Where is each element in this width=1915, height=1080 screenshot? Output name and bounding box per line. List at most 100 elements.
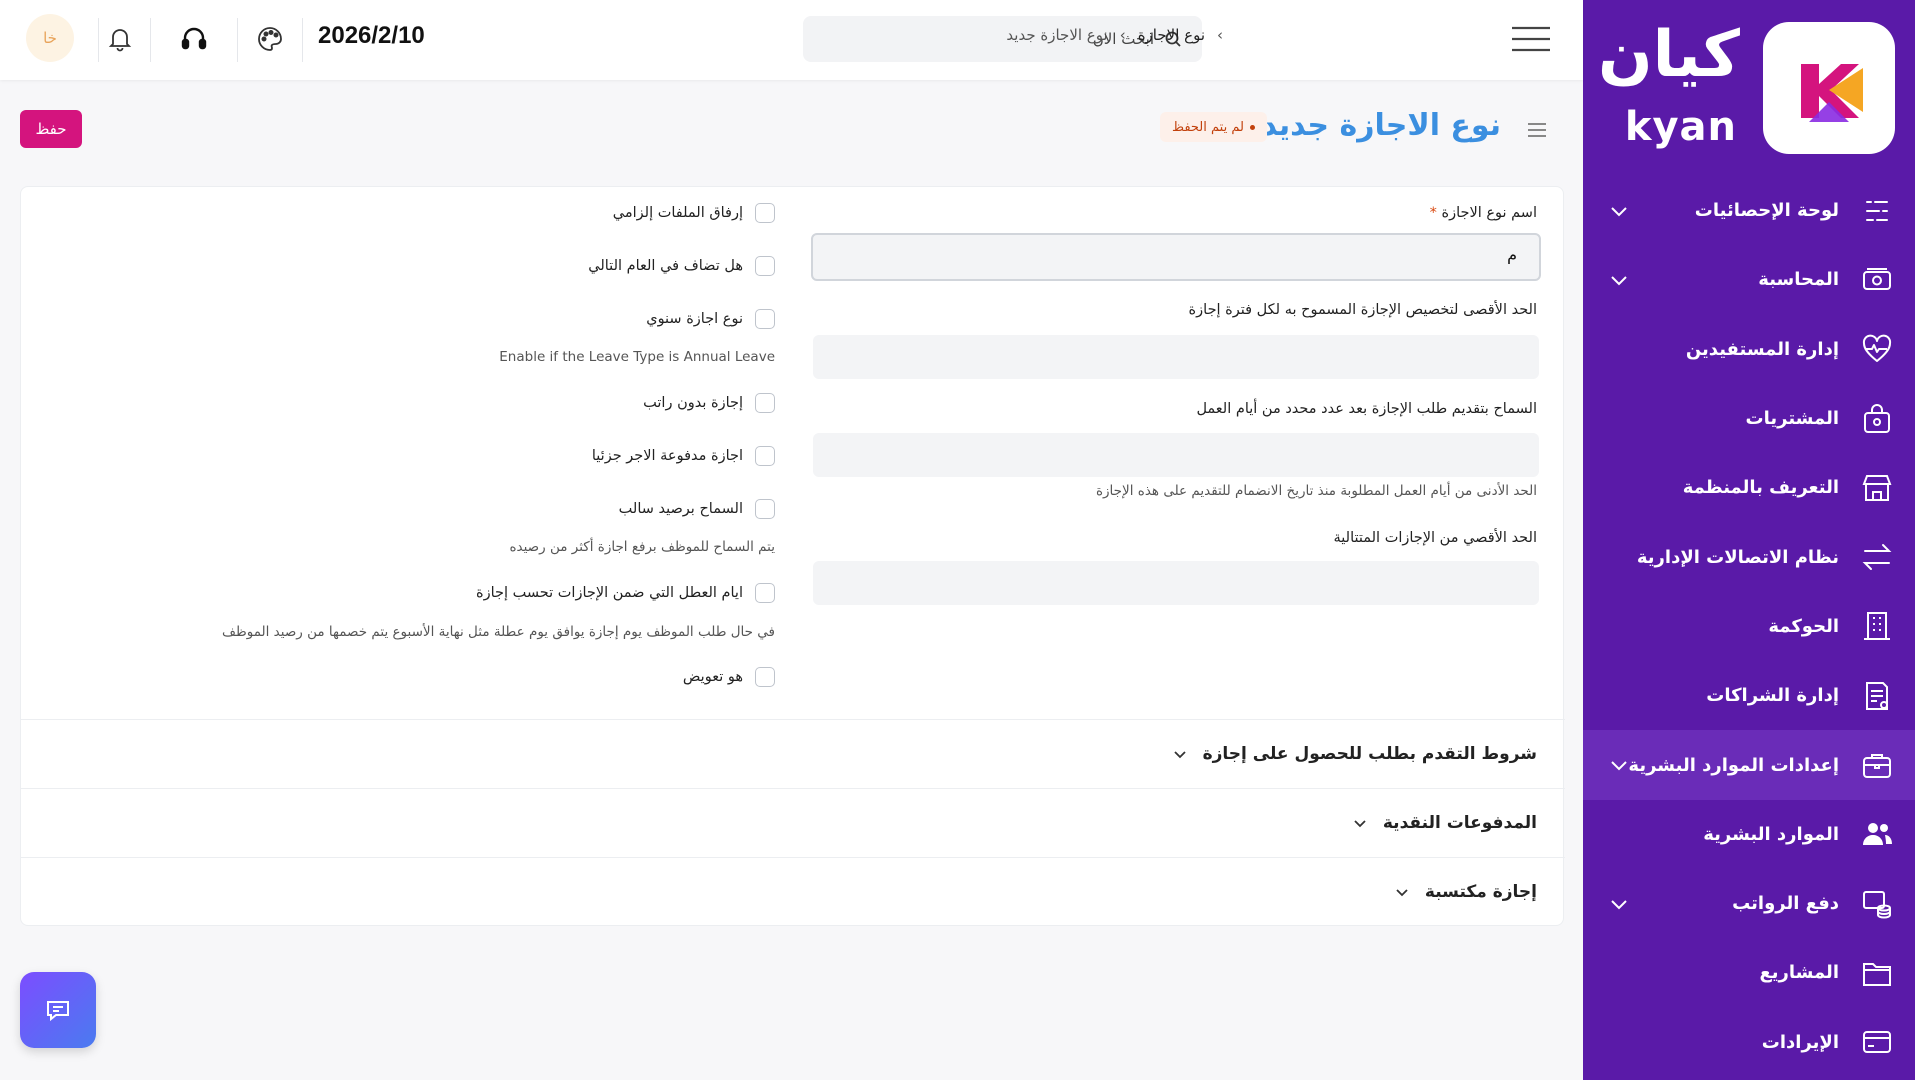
checkbox[interactable] [755,393,775,413]
field-label-max-consecutive: الحد الأقصي من الإجازات المتتالية [1333,530,1537,546]
palette-icon[interactable] [255,24,285,54]
chevron-down-icon[interactable] [1607,268,1631,292]
sidebar-item-statistics[interactable]: لوحة الإحصائيات [1583,176,1915,245]
sidebar-item-accounting[interactable]: المحاسبة [1583,245,1915,314]
checkbox-unpaid-leave[interactable]: إجازة بدون راتب [643,393,775,413]
breadcrumb-item[interactable]: نوع الاجازة [1138,26,1205,44]
section-cash-payments[interactable]: المدفوعات النقدية [21,788,1565,857]
sidebar-nav: لوحة الإحصائيات المحاسبة إدارة المستفيدي… [1583,176,1915,1077]
breadcrumb: › نوع الاجازة › نوع الاجازة جديد [1006,26,1223,44]
chevron-down-icon[interactable] [1607,753,1631,777]
sidebar-item-projects[interactable]: المشاريع [1583,938,1915,1007]
document-icon [1859,678,1895,714]
top-bar: خا 2026/2/10 › نوع الاجازة › نوع الاجازة… [0,0,1583,80]
chevron-down-icon[interactable] [1607,892,1631,916]
sidebar-item-label: الموارد البشرية [1703,823,1839,845]
checkbox-is-compensatory[interactable]: هو تعويض [683,667,775,687]
help-text: في حال طلب الموظف يوم إجازة يوافق يوم عط… [222,624,775,640]
checkbox-label: ايام العطل التي ضمن الإجازات تحسب إجازة [475,585,743,601]
avatar[interactable]: خا [26,14,74,62]
sidebar-item-label: المشاريع [1759,962,1840,984]
sidebar-item-governance[interactable]: الحوكمة [1583,592,1915,661]
field-label-apply-after-days: السماح بتقديم طلب الإجازة بعد عدد محدد م… [1196,401,1537,417]
checkbox[interactable] [755,309,775,329]
help-text: الحد الأدنى من أيام العمل المطلوبة منذ ت… [1095,483,1537,499]
sidebar-item-label: دفع الرواتب [1732,893,1839,915]
bag-icon [1859,401,1895,437]
list-menu-icon[interactable] [1525,118,1549,142]
section-earned-leave[interactable]: إجازة مكتسبة [21,857,1565,926]
status-badge: لم يتم الحفظ [1160,112,1267,142]
breadcrumb-item[interactable]: نوع الاجازة جديد [1006,26,1107,44]
save-button[interactable]: حفظ [20,110,82,148]
checkbox[interactable] [755,446,775,466]
breadcrumb-separator: › [1119,26,1126,44]
checkbox-label: هل تضاف في العام التالي [588,258,743,274]
sidebar-item-organization[interactable]: التعريف بالمنظمة [1583,453,1915,522]
leave-type-name-input[interactable]: م [811,233,1541,281]
headset-icon[interactable] [179,24,209,54]
divider [150,18,151,62]
checkbox-label: إرفاق الملفات إلزامي [612,205,743,221]
sidebar-item-label: نظام الاتصالات الإدارية [1636,546,1839,568]
sidebar-item-partnerships[interactable]: إدارة الشراكات [1583,661,1915,730]
checkbox[interactable] [755,203,775,223]
breadcrumb-separator: › [1217,26,1223,44]
checkbox-mandatory-attachment[interactable]: إرفاق الملفات إلزامي [613,203,775,223]
divider [98,18,99,62]
max-allocation-input[interactable] [813,335,1539,379]
logo[interactable]: كيان kyan [1583,0,1915,170]
sidebar: كيان kyan لوحة الإحصائيات المحاسبة إدارة… [1583,0,1915,1080]
checkbox-partially-paid[interactable]: اجازة مدفوعة الاجر جزئيا [592,446,775,466]
sidebar-item-beneficiaries[interactable]: إدارة المستفيدين [1583,315,1915,384]
checkbox[interactable] [755,583,775,603]
checkbox-carry-forward[interactable]: هل تضاف في العام التالي [588,256,775,276]
menu-icon[interactable] [1510,24,1552,54]
label-text: اسم نوع الاجازة [1441,205,1537,221]
store-icon [1859,470,1895,506]
current-date: 2026/2/10 [318,22,425,49]
chevron-down-icon [1354,820,1366,828]
apply-after-days-input[interactable] [813,433,1539,477]
chevron-down-icon [1396,889,1408,897]
sidebar-item-label: المشتريات [1745,408,1839,430]
bell-icon[interactable] [105,24,135,54]
sidebar-item-revenues[interactable]: الإيرادات [1583,1008,1915,1077]
sidebar-item-hr-settings[interactable]: إعدادات الموارد البشرية [1583,730,1915,800]
checkbox[interactable] [755,499,775,519]
divider [237,18,238,62]
leave-type-form: اسم نوع الاجازة * م الحد الأقصى لتخصيص ا… [20,186,1565,926]
logo-text-english: kyan [1624,104,1737,150]
checkbox-negative-balance[interactable]: السماح برصيد سالب [619,499,775,519]
building-icon [1859,608,1895,644]
field-label-max-allocation: الحد الأقصى لتخصيص الإجازة المسموح به لك… [1188,302,1537,318]
field-label-leave-type-name: اسم نوع الاجازة * [1430,205,1537,221]
sidebar-item-communications[interactable]: نظام الاتصالات الإدارية [1583,522,1915,591]
max-consecutive-input[interactable] [813,561,1539,605]
section-application-conditions[interactable]: شروط التقدم بطلب للحصول على إجازة [21,719,1565,788]
section-title: شروط التقدم بطلب للحصول على إجازة [1202,744,1537,764]
checkbox-annual-leave[interactable]: نوع اجازة سنوي [646,309,775,329]
sidebar-item-label: إعدادات الموارد البشرية [1628,754,1839,776]
logo-text-arabic: كيان [1598,18,1740,92]
checkbox[interactable] [755,256,775,276]
checkbox-include-holidays[interactable]: ايام العطل التي ضمن الإجازات تحسب إجازة [476,583,775,603]
help-text: يتم السماح للموظف برفع اجازة أكثر من رصي… [509,539,775,555]
sidebar-item-payroll[interactable]: دفع الرواتب [1583,869,1915,938]
folder-icon [1859,955,1895,991]
chevron-down-icon[interactable] [1607,199,1631,223]
input-value: م [1507,245,1517,264]
checkbox-label: نوع اجازة سنوي [646,311,743,327]
sidebar-item-label: المحاسبة [1758,269,1839,291]
briefcase-icon [1859,747,1895,783]
chat-button[interactable] [20,972,96,1048]
money-icon [1859,262,1895,298]
status-dot [1249,124,1255,130]
sidebar-item-hr[interactable]: الموارد البشرية [1583,800,1915,869]
sidebar-item-label: إدارة الشراكات [1706,685,1839,707]
sidebar-item-label: التعريف بالمنظمة [1682,477,1839,499]
sidebar-item-label: لوحة الإحصائيات [1694,200,1839,222]
sidebar-item-purchases[interactable]: المشتريات [1583,384,1915,453]
arrows-icon [1859,539,1895,575]
checkbox[interactable] [755,667,775,687]
